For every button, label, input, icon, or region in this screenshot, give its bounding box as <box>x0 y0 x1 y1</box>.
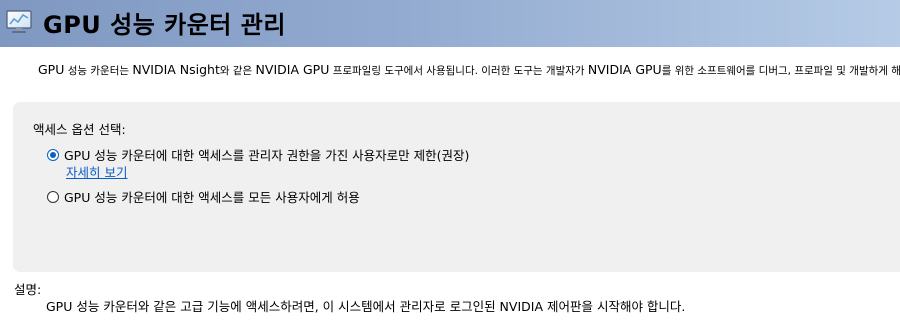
radio-button-checked[interactable] <box>47 148 59 161</box>
page-header: GPU 성능 카운터 관리 <box>0 0 900 47</box>
intro-text: GPU 성능 카운터는 NVIDIA Nsight와 같은 NVIDIA GPU… <box>38 62 900 77</box>
radio-button-unchecked[interactable] <box>47 190 59 203</box>
description-text: GPU 성능 카운터와 같은 고급 기능에 액세스하려면, 이 시스템에서 관리… <box>46 299 686 314</box>
learn-more-link[interactable]: 자세히 보기 <box>66 162 127 181</box>
access-options-panel: 액세스 옵션 선택: GPU 성능 카운터에 대한 액세스를 관리자 권한을 가… <box>13 102 900 272</box>
monitor-icon <box>4 7 34 37</box>
description-label: 설명: <box>14 282 42 297</box>
radio-all-users[interactable]: GPU 성능 카운터에 대한 액세스를 모든 사용자에게 허용 <box>47 187 360 206</box>
access-options-label: 액세스 옵션 선택: <box>33 122 126 137</box>
page-title: GPU 성능 카운터 관리 <box>43 11 286 39</box>
radio-all-users-label: GPU 성능 카운터에 대한 액세스를 모든 사용자에게 허용 <box>64 190 360 205</box>
